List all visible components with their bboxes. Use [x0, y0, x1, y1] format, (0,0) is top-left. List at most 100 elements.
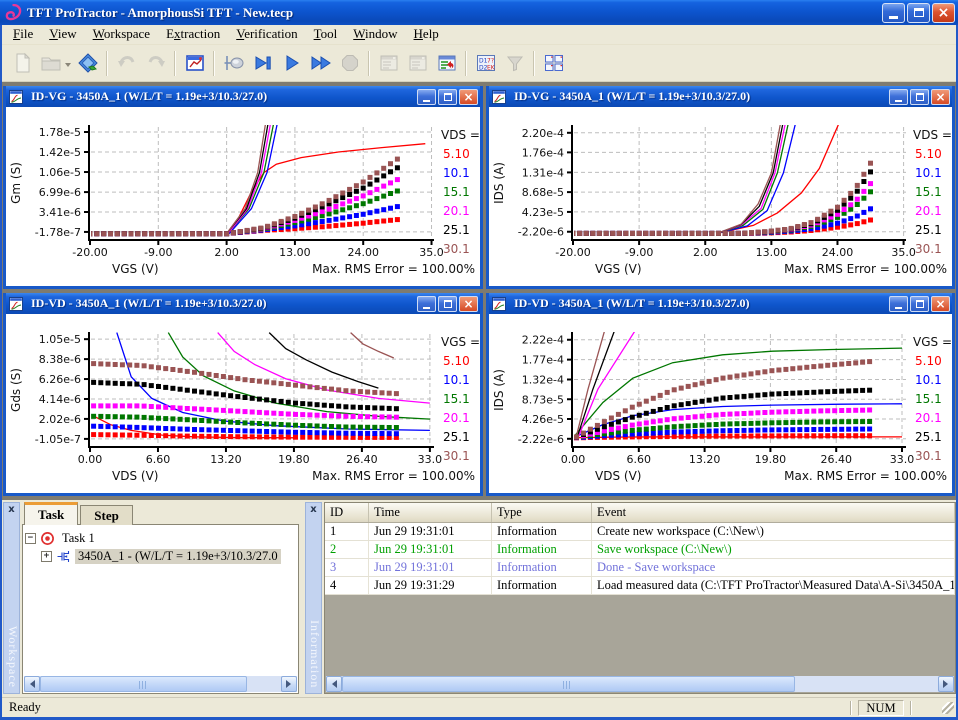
close-button[interactable]: ×: [459, 89, 478, 105]
svg-text:6.60: 6.60: [146, 453, 171, 466]
svg-text:-20.00: -20.00: [555, 246, 590, 259]
maximize-button[interactable]: [438, 89, 457, 105]
tile-windows-icon: [543, 52, 565, 74]
chart-canvas-1: 2.20e-41.76e-41.31e-48.68e-54.23e-5-2.20…: [489, 107, 952, 286]
menu-help[interactable]: Help: [406, 25, 447, 44]
maximize-button[interactable]: [907, 3, 930, 23]
tree-item[interactable]: − Task 1: [25, 529, 296, 547]
chart-plot-area[interactable]: 2.22e-41.77e-41.32e-48.73e-54.26e-5-2.22…: [489, 314, 952, 493]
chart-window-title-bar[interactable]: ID-VD - 3450A_1 (W/L/T = 1.19e+3/10.3/27…: [6, 293, 480, 314]
close-information-panel-button[interactable]: x: [308, 504, 319, 516]
expand-icon[interactable]: +: [41, 551, 52, 562]
minimize-button[interactable]: [889, 296, 908, 312]
device-icon: [56, 549, 71, 564]
task-tree: −Task 1+3450A_1 - (W/L/T = 1.19e+3/10.3/…: [23, 525, 298, 569]
scroll-left-button[interactable]: [326, 676, 342, 692]
minimize-icon: [423, 307, 430, 309]
menu-file[interactable]: File: [5, 25, 41, 44]
tab-task[interactable]: Task: [24, 502, 78, 525]
open-dropdown-arrow-icon[interactable]: [65, 63, 71, 70]
maximize-button[interactable]: [910, 296, 929, 312]
toolbar-separator: [533, 51, 535, 76]
chart-window-title-bar[interactable]: ID-VG - 3450A_1 (W/L/T = 1.19e+3/10.3/27…: [6, 86, 480, 107]
save-workspace-icon: [77, 52, 99, 74]
scroll-thumb[interactable]: [40, 676, 247, 692]
chart-window-title-bar[interactable]: ID-VD - 3450A_1 (W/L/T = 1.19e+3/10.3/27…: [489, 293, 952, 314]
event-log-row[interactable]: 3Jun 29 19:31:01InformationDone - Save w…: [325, 559, 955, 577]
refresh-list-button[interactable]: [433, 50, 460, 77]
collapse-icon[interactable]: −: [25, 533, 36, 544]
num-lock-indicator: NUM: [858, 700, 904, 716]
column-header-time[interactable]: Time: [369, 503, 492, 522]
tree-item-label[interactable]: Task 1: [59, 531, 98, 546]
save-workspace-button[interactable]: [74, 50, 101, 77]
maximize-button[interactable]: [438, 296, 457, 312]
tab-step[interactable]: Step: [80, 505, 133, 525]
minimize-button[interactable]: [889, 89, 908, 105]
scroll-right-button[interactable]: [281, 676, 297, 692]
information-hscrollbar[interactable]: [326, 676, 954, 692]
menu-tool[interactable]: Tool: [306, 25, 346, 44]
event-log-row[interactable]: 1Jun 29 19:31:01InformationCreate new wo…: [325, 523, 955, 541]
scroll-left-button[interactable]: [24, 676, 40, 692]
target-icon: [40, 531, 55, 546]
resize-grip[interactable]: [942, 702, 954, 714]
scroll-right-button[interactable]: [938, 676, 954, 692]
menu-view[interactable]: View: [41, 25, 84, 44]
svg-text:1.78e-5: 1.78e-5: [39, 126, 81, 139]
svg-text:-1.78e-7: -1.78e-7: [35, 226, 81, 239]
run-button[interactable]: [278, 50, 305, 77]
column-header-id[interactable]: ID: [325, 503, 369, 522]
minimize-button[interactable]: [417, 296, 436, 312]
toolbar: D1D27?EK: [2, 45, 956, 82]
svg-text:13.20: 13.20: [210, 453, 242, 466]
chart-window-title-bar[interactable]: ID-VG - 3450A_1 (W/L/T = 1.19e+3/10.3/27…: [489, 86, 952, 107]
column-header-type[interactable]: Type: [492, 503, 592, 522]
chart-plot-area[interactable]: 1.05e-58.38e-66.26e-64.14e-62.02e-6-1.05…: [6, 314, 480, 493]
menu-extraction[interactable]: Extraction: [158, 25, 228, 44]
close-button[interactable]: ×: [932, 3, 955, 23]
svg-text:5.10: 5.10: [443, 354, 470, 368]
event-log-row[interactable]: 4Jun 29 19:31:29InformationLoad measured…: [325, 577, 955, 595]
parameters-button[interactable]: D1D27?EK: [472, 50, 499, 77]
tile-windows-button[interactable]: [540, 50, 567, 77]
tree-item[interactable]: +3450A_1 - (W/L/T = 1.19e+3/10.3/27.0: [41, 547, 296, 565]
column-header-event[interactable]: Event: [592, 503, 955, 522]
scroll-thumb[interactable]: [342, 676, 795, 692]
svg-text:24.00: 24.00: [347, 246, 379, 259]
close-button[interactable]: ×: [931, 296, 950, 312]
workspace-hscrollbar[interactable]: [24, 676, 297, 692]
svg-text:-20.00: -20.00: [72, 246, 107, 259]
report-1-icon: [378, 52, 400, 74]
close-workspace-panel-button[interactable]: x: [6, 504, 17, 516]
svg-text:EK: EK: [487, 65, 496, 72]
svg-text:0.00: 0.00: [78, 453, 103, 466]
close-button[interactable]: ×: [931, 89, 950, 105]
new-file-icon: [11, 52, 33, 74]
menu-verification[interactable]: Verification: [228, 25, 305, 44]
cell-event: Create new workspace (C:\New\): [592, 523, 955, 540]
probe-button[interactable]: [220, 50, 247, 77]
minimize-button[interactable]: [882, 3, 905, 23]
window-frame-left: [0, 25, 2, 720]
chart-plot-area[interactable]: 2.20e-41.76e-41.31e-48.68e-54.23e-5-2.20…: [489, 107, 952, 286]
svg-text:2.00: 2.00: [214, 246, 239, 259]
menu-workspace[interactable]: Workspace: [85, 25, 158, 44]
chart-plot-area[interactable]: 1.78e-51.42e-51.06e-56.99e-63.41e-6-1.78…: [6, 107, 480, 286]
scroll-track[interactable]: [342, 676, 938, 692]
event-log-row[interactable]: 2Jun 29 19:31:01InformationSave workspac…: [325, 541, 955, 559]
cell-id: 2: [325, 541, 369, 558]
scroll-track[interactable]: [40, 676, 281, 692]
close-icon: ×: [938, 6, 950, 20]
step-run-button[interactable]: [249, 50, 276, 77]
maximize-icon: [444, 300, 452, 308]
new-chart-window-button[interactable]: [181, 50, 208, 77]
minimize-button[interactable]: [417, 89, 436, 105]
close-button[interactable]: ×: [459, 296, 478, 312]
tree-item-label[interactable]: 3450A_1 - (W/L/T = 1.19e+3/10.3/27.0: [75, 549, 281, 564]
menu-window[interactable]: Window: [345, 25, 405, 44]
maximize-button[interactable]: [910, 89, 929, 105]
run-all-button[interactable]: [307, 50, 334, 77]
svg-text:1.42e-5: 1.42e-5: [39, 146, 81, 159]
toolbar-separator: [106, 51, 108, 76]
